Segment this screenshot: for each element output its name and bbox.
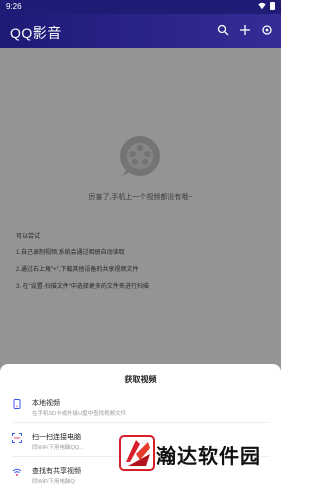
wifi-icon [12,468,22,476]
option-label: 查找有共享视频 [32,468,81,475]
status-time: 9:26 [6,2,22,11]
system-icons [258,2,275,10]
status-bar: 9:26 [0,0,281,14]
settings-icon[interactable] [261,24,273,36]
option-desc: 在手机SD卡或外接U盘中查找视频文件 [32,411,127,417]
scan-icon [12,433,22,443]
option-desc: 同WiFi下用电脑QQ... [32,445,84,451]
watermark-logo-icon [119,435,155,471]
sheet-title: 获取视频 [124,375,157,384]
watermark-text: 瀚达软件园 [156,444,261,468]
divider [12,422,270,423]
battery-icon [270,2,275,10]
app-bar: QQ影音 [0,14,281,48]
search-icon[interactable] [217,24,229,36]
option-desc: 同WiFi下用电脑Q [32,479,75,485]
option-label: 本地视频 [32,400,60,407]
option-label: 扫一扫连接电脑 [32,434,81,441]
wifi-icon [258,2,266,10]
watermark: 瀚达软件园 [114,430,284,490]
option-local-video[interactable]: 本地视频 在手机SD卡或外接U盘中查找视频文件 [12,396,272,422]
plus-icon[interactable] [239,24,251,36]
phone-icon [13,399,21,409]
app-title: QQ影音 [10,25,62,41]
app-actions [217,24,273,36]
